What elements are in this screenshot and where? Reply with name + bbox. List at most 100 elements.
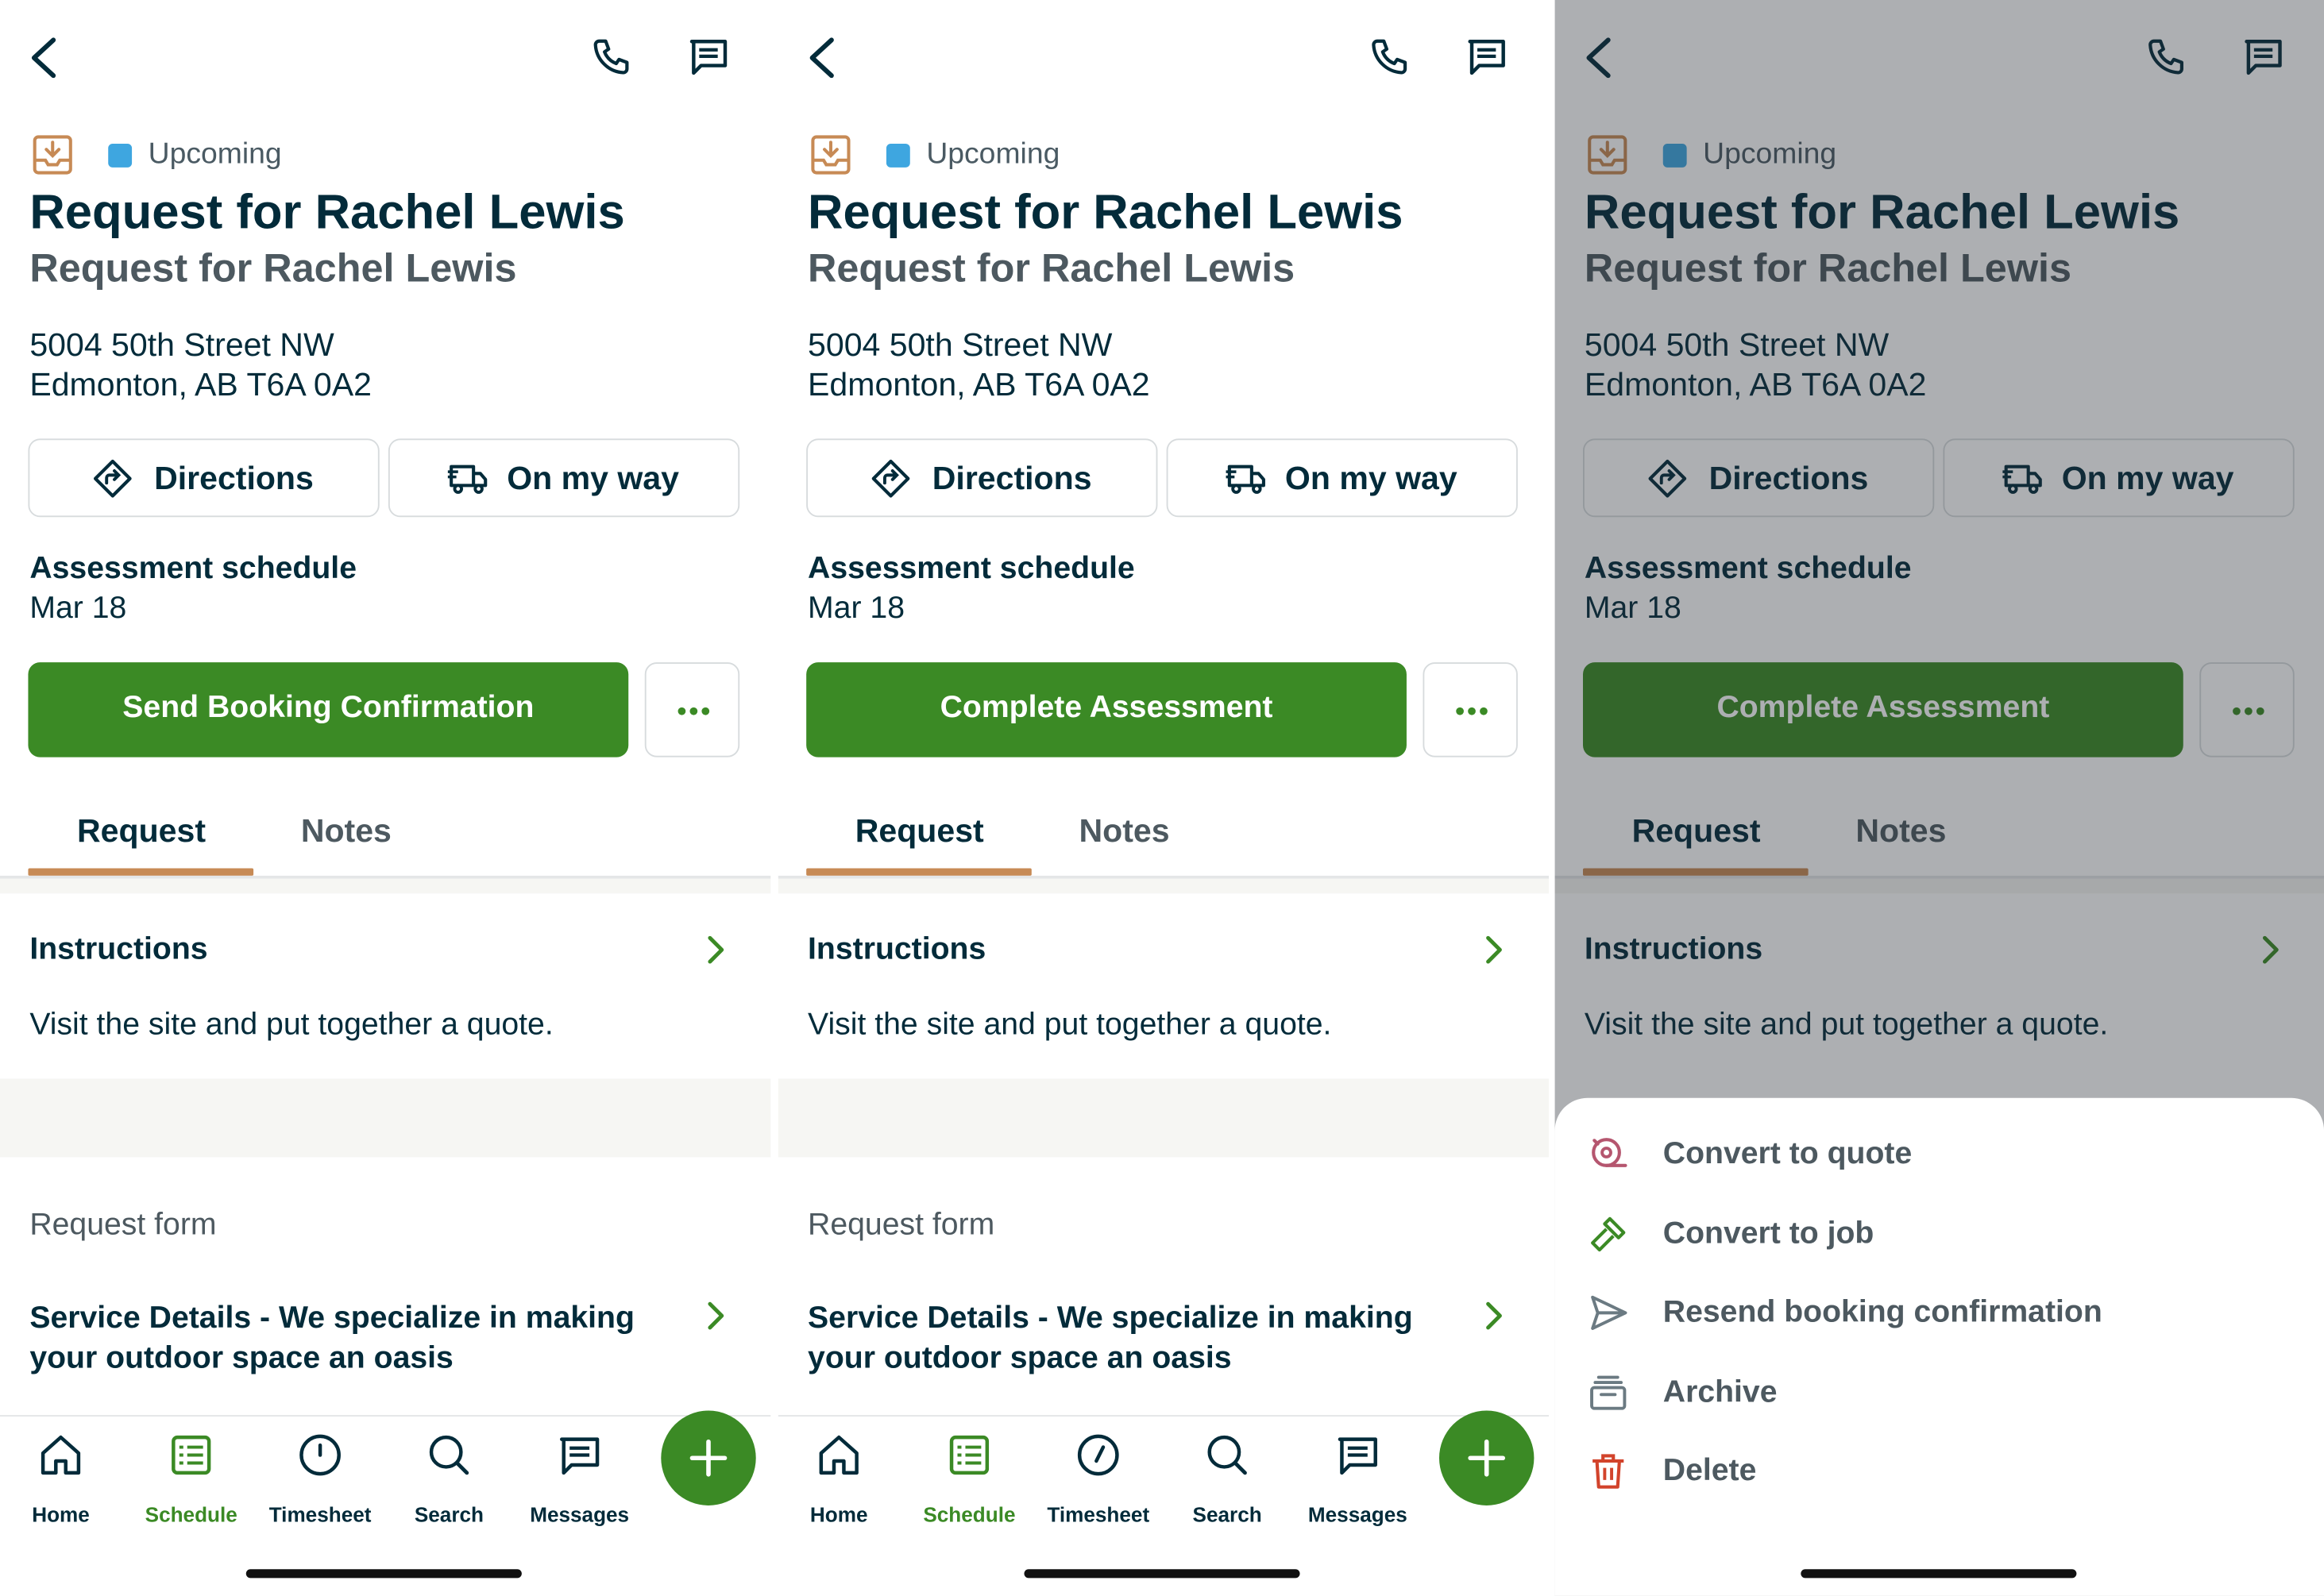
instructions-text: Visit the site and put together a quote.: [808, 1007, 1332, 1042]
more-actions-button[interactable]: [644, 662, 740, 758]
schedule-label: Assessment schedule: [29, 551, 357, 586]
plus-icon: [689, 1439, 728, 1478]
service-details-item[interactable]: Service Details - We specialize in makin…: [29, 1298, 681, 1378]
inbox-download-icon: [809, 133, 852, 176]
search-icon: [426, 1432, 473, 1479]
resend-booking-confirmation-action[interactable]: Resend booking confirmation: [1555, 1278, 2324, 1349]
clock-icon: [1075, 1432, 1122, 1479]
address-line1: 5004 50th Street NW: [29, 326, 334, 364]
service-details-item[interactable]: Service Details - We specialize in makin…: [808, 1298, 1460, 1378]
nav-label: Timesheet: [268, 1502, 372, 1527]
primary-action-label: Complete Assessment: [1716, 690, 2050, 725]
truck-icon: [2001, 458, 2045, 499]
on-my-way-button[interactable]: On my way: [388, 438, 740, 518]
sheet-item-label: Convert to quote: [1662, 1136, 1913, 1171]
create-fab-button[interactable]: [661, 1410, 756, 1505]
sheet-item-label: Delete: [1662, 1453, 1757, 1488]
nav-label: Schedule: [923, 1502, 1016, 1527]
tab-notes[interactable]: Notes: [1079, 812, 1170, 851]
request-form-label: Request form: [29, 1207, 217, 1242]
directions-label: Directions: [154, 459, 314, 497]
message-icon[interactable]: [1465, 34, 1509, 79]
chevron-left-icon[interactable]: [805, 36, 840, 80]
section-spacer: [778, 878, 1550, 894]
tab-request[interactable]: Request: [77, 812, 206, 851]
directions-icon: [1646, 458, 1688, 499]
on-my-way-label: On my way: [2061, 459, 2234, 497]
tab-request[interactable]: Request: [855, 812, 984, 851]
truck-icon: [1224, 458, 1268, 499]
section-spacer: [1554, 878, 2324, 894]
more-actions-button[interactable]: [1423, 662, 1518, 758]
directions-button[interactable]: Directions: [28, 438, 380, 518]
chevron-right-icon[interactable]: [2259, 934, 2283, 966]
convert-to-quote-action[interactable]: Convert to quote: [1555, 1119, 2324, 1190]
on-my-way-button[interactable]: On my way: [1166, 438, 1518, 518]
section-spacer: [0, 1078, 771, 1158]
phone-icon[interactable]: [1368, 36, 1412, 80]
home-icon: [815, 1432, 863, 1479]
instructions-title[interactable]: Instructions: [808, 932, 986, 968]
tab-active-indicator: [28, 868, 254, 876]
phone-icon[interactable]: [590, 36, 635, 80]
directions-button[interactable]: Directions: [806, 438, 1158, 518]
chevron-right-icon[interactable]: [1482, 1300, 1506, 1332]
archive-action[interactable]: Archive: [1555, 1357, 2324, 1428]
message-icon[interactable]: [686, 34, 731, 79]
chevron-right-icon[interactable]: [704, 934, 728, 966]
nav-label: Search: [414, 1502, 484, 1527]
chevron-left-icon[interactable]: [1581, 36, 1617, 80]
request-form-label: Request form: [808, 1207, 995, 1242]
instructions-title[interactable]: Instructions: [1585, 932, 1762, 968]
messages-icon: [556, 1432, 604, 1479]
truck-icon: [446, 458, 491, 499]
screen-send-booking: Upcoming Request for Rachel Lewis Reques…: [0, 0, 771, 1596]
page-subtitle: Request for Rachel Lewis: [808, 245, 1295, 291]
page-title: Request for Rachel Lewis: [808, 183, 1403, 239]
address-line2: Edmonton, AB T6A 0A2: [808, 365, 1150, 403]
convert-to-job-action[interactable]: Convert to job: [1555, 1199, 2324, 1270]
status-badge: Upcoming: [926, 137, 1060, 171]
more-actions-sheet: Convert to quote Convert to job Resend b…: [1554, 1097, 2324, 1596]
chevron-left-icon[interactable]: [27, 36, 63, 80]
phone-icon[interactable]: [2144, 36, 2189, 80]
send-booking-confirmation-button[interactable]: Send Booking Confirmation: [28, 662, 629, 758]
status-dot: [1662, 144, 1687, 168]
delete-action[interactable]: Delete: [1555, 1436, 2324, 1507]
plus-icon: [1467, 1439, 1506, 1478]
instructions-text: Visit the site and put together a quote.: [29, 1007, 554, 1042]
message-icon[interactable]: [2241, 34, 2286, 79]
complete-assessment-button[interactable]: Complete Assessment: [806, 662, 1407, 758]
nav-label: Search: [1192, 1502, 1262, 1527]
directions-button[interactable]: Directions: [1582, 438, 1935, 518]
schedule-icon: [946, 1432, 994, 1479]
hammer-icon: [1588, 1213, 1629, 1255]
on-my-way-button[interactable]: On my way: [1943, 438, 2295, 518]
more-actions-button[interactable]: [2199, 662, 2295, 758]
schedule-label: Assessment schedule: [808, 551, 1135, 586]
page-subtitle: Request for Rachel Lewis: [29, 245, 517, 291]
tab-notes[interactable]: Notes: [1855, 812, 1946, 851]
inbox-download-icon: [1586, 133, 1629, 176]
create-fab-button[interactable]: [1438, 1410, 1535, 1505]
sheet-item-label: Convert to job: [1662, 1216, 1874, 1251]
on-my-way-label: On my way: [1284, 459, 1457, 497]
nav-label: Timesheet: [1047, 1502, 1150, 1527]
complete-assessment-button[interactable]: Complete Assessment: [1582, 662, 2183, 758]
chevron-right-icon[interactable]: [1482, 934, 1506, 966]
tab-request[interactable]: Request: [1632, 812, 1761, 851]
instructions-text: Visit the site and put together a quote.: [1584, 1007, 2109, 1042]
primary-action-label: Send Booking Confirmation: [122, 690, 535, 725]
quote-tape-icon: [1588, 1134, 1629, 1175]
nav-label: Home: [809, 1502, 868, 1527]
section-spacer: [0, 878, 771, 894]
schedule-label: Assessment schedule: [1584, 551, 1912, 586]
tab-notes[interactable]: Notes: [301, 812, 392, 851]
chevron-right-icon[interactable]: [704, 1300, 728, 1332]
status-dot: [108, 144, 133, 168]
address-line1: 5004 50th Street NW: [808, 326, 1113, 364]
address-line1: 5004 50th Street NW: [1584, 326, 1890, 364]
nav-label: Home: [32, 1502, 90, 1527]
schedule-date: Mar 18: [29, 591, 127, 626]
instructions-title[interactable]: Instructions: [29, 932, 207, 968]
